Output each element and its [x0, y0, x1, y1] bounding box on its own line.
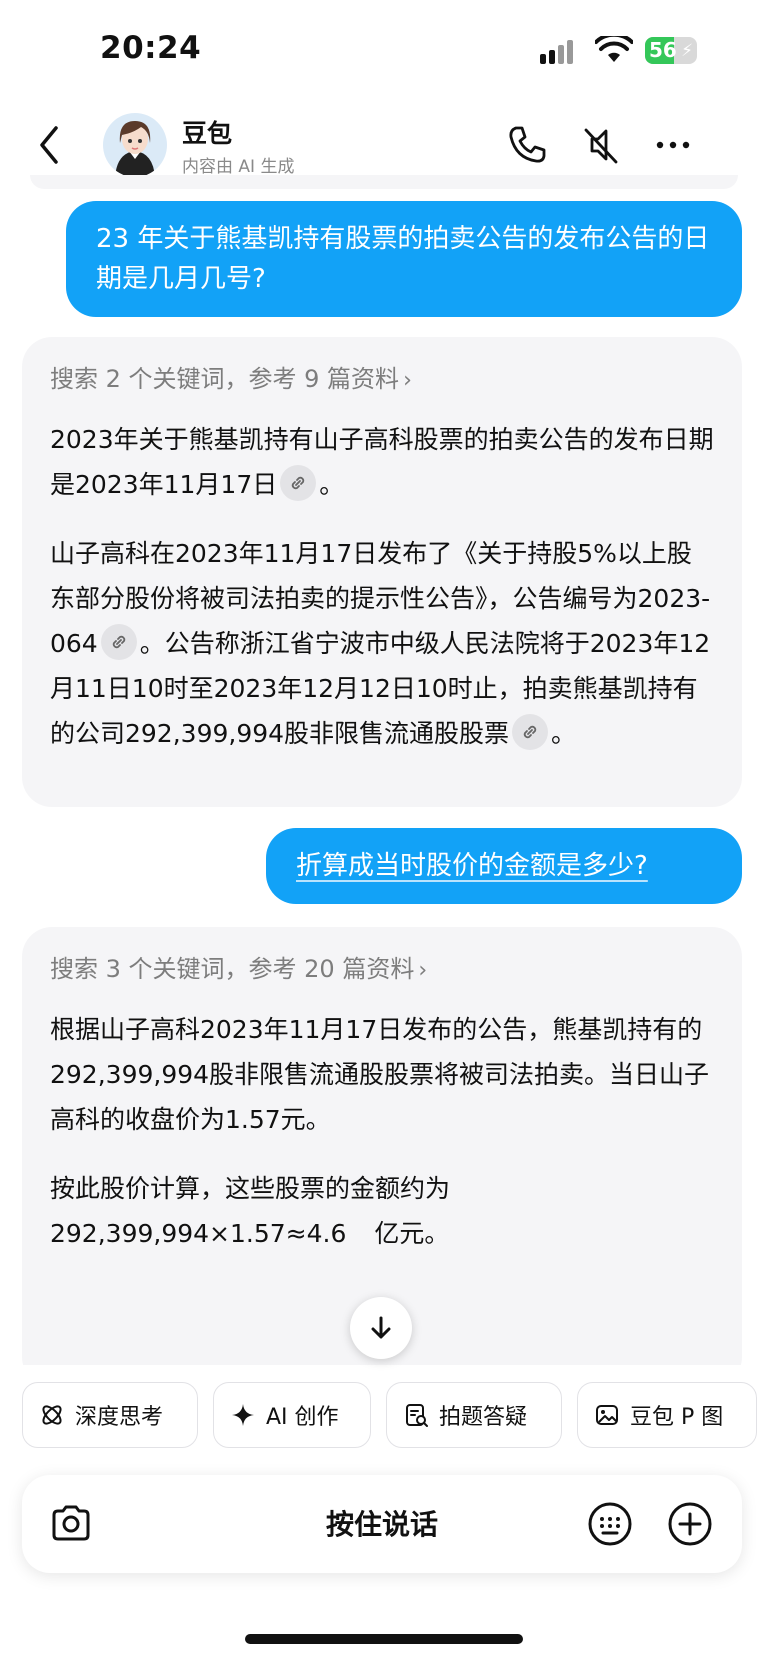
bot-message[interactable]: 搜索 2 个关键词，参考 9 篇资料 › 2023年关于熊基凯持有山子高科股票的拍… — [22, 337, 742, 807]
ai-create-button[interactable]: AI 创作 — [213, 1382, 371, 1448]
answer-text: 亿元。 — [374, 1219, 450, 1248]
plus-icon[interactable] — [667, 1501, 713, 1547]
deep-think-label: 深度思考 — [75, 1405, 164, 1430]
answer-text: 。公告称浙江省宁波市中级人民法院将于2023年12月11日10时至2023年12… — [50, 629, 711, 748]
link-icon[interactable] — [280, 465, 317, 501]
quick-actions: 深度思考 AI 创作 拍题答疑 豆包 P 图 — [0, 1380, 768, 1460]
scroll-to-bottom-button[interactable] — [350, 1297, 412, 1359]
atom-icon — [42, 1405, 62, 1425]
battery-icon: 56 ⚡ — [645, 37, 697, 64]
answer-paragraph: 2023年关于熊基凯持有山子高科股票的拍卖公告的发布日期是2023年11月17日… — [50, 417, 714, 507]
answer-text: 2023年关于熊基凯持有山子高科股票的拍卖公告的发布日期是2023年11月17日 — [50, 425, 714, 499]
search-summary-text: 搜索 3 个关键词，参考 20 篇资料 — [50, 955, 415, 983]
link-icon[interactable] — [100, 624, 137, 660]
sparkle-icon — [232, 1404, 254, 1426]
phone-icon[interactable] — [502, 120, 552, 170]
deep-think-button[interactable]: 深度思考 — [22, 1382, 198, 1448]
photo-edit-label: 豆包 P 图 — [630, 1405, 724, 1430]
image-edit-icon — [596, 1405, 618, 1425]
input-bar: 按住说话 — [22, 1475, 742, 1573]
battery-level: 56 — [649, 38, 677, 62]
answer-paragraph: 按此股价计算，这些股票的金额约为292,399,994×1.57≈4.6 亿元。 — [50, 1166, 714, 1256]
chevron-right-icon: › — [403, 368, 412, 393]
bot-subtitle: 内容由 AI 生成 — [182, 157, 295, 177]
user-message[interactable]: 23 年关于熊基凯持有股票的拍卖公告的发布公告的日期是几月几号? — [66, 201, 742, 317]
search-summary-text: 搜索 2 个关键词，参考 9 篇资料 — [50, 365, 400, 393]
speaker-mute-icon[interactable] — [576, 120, 626, 170]
scan-question-icon — [406, 1404, 428, 1427]
chevron-right-icon: › — [418, 958, 428, 983]
arrow-down-icon — [371, 1316, 391, 1339]
answer-text: 。 — [551, 719, 577, 748]
search-summary[interactable]: 搜索 2 个关键词，参考 9 篇资料 › — [50, 361, 714, 399]
answer-paragraph: 根据山子高科2023年11月17日发布的公告，熊基凯持有的292,399,994… — [50, 1015, 710, 1134]
status-time: 20:24 — [100, 30, 202, 66]
wifi-icon — [595, 36, 633, 62]
bot-name: 豆包 — [182, 119, 233, 148]
answer-paragraph: 山子高科在2023年11月17日发布了《关于持股5%以上股东部分股份将被司法拍卖… — [50, 531, 714, 756]
hold-to-talk-button[interactable]: 按住说话 — [22, 1503, 742, 1543]
answer-text: 。 — [319, 470, 345, 499]
user-message[interactable]: 折算成当时股价的金额是多少? — [266, 828, 742, 904]
link-icon[interactable] — [512, 714, 549, 750]
previous-message-edge — [30, 175, 738, 189]
photo-question-button[interactable]: 拍题答疑 — [386, 1382, 562, 1448]
search-summary[interactable]: 搜索 3 个关键词，参考 20 篇资料 › — [50, 951, 714, 989]
user-message-text: 23 年关于熊基凯持有股票的拍卖公告的发布公告的日期是几月几号? — [96, 224, 710, 294]
home-indicator — [245, 1634, 523, 1644]
avatar[interactable] — [103, 113, 167, 177]
status-bar: 20:24 56 ⚡ — [0, 0, 768, 100]
ai-create-label: AI 创作 — [266, 1405, 339, 1430]
photo-question-label: 拍题答疑 — [439, 1405, 528, 1430]
back-icon[interactable] — [30, 120, 70, 170]
chat-area[interactable]: 23 年关于熊基凯持有股票的拍卖公告的发布公告的日期是几月几号? 搜索 2 个关… — [0, 175, 768, 1365]
photo-edit-button[interactable]: 豆包 P 图 — [577, 1382, 757, 1448]
cellular-signal-icon — [540, 40, 580, 64]
user-message-text: 折算成当时股价的金额是多少? — [296, 851, 648, 881]
more-icon[interactable] — [648, 120, 698, 170]
keyboard-icon[interactable] — [587, 1501, 633, 1547]
